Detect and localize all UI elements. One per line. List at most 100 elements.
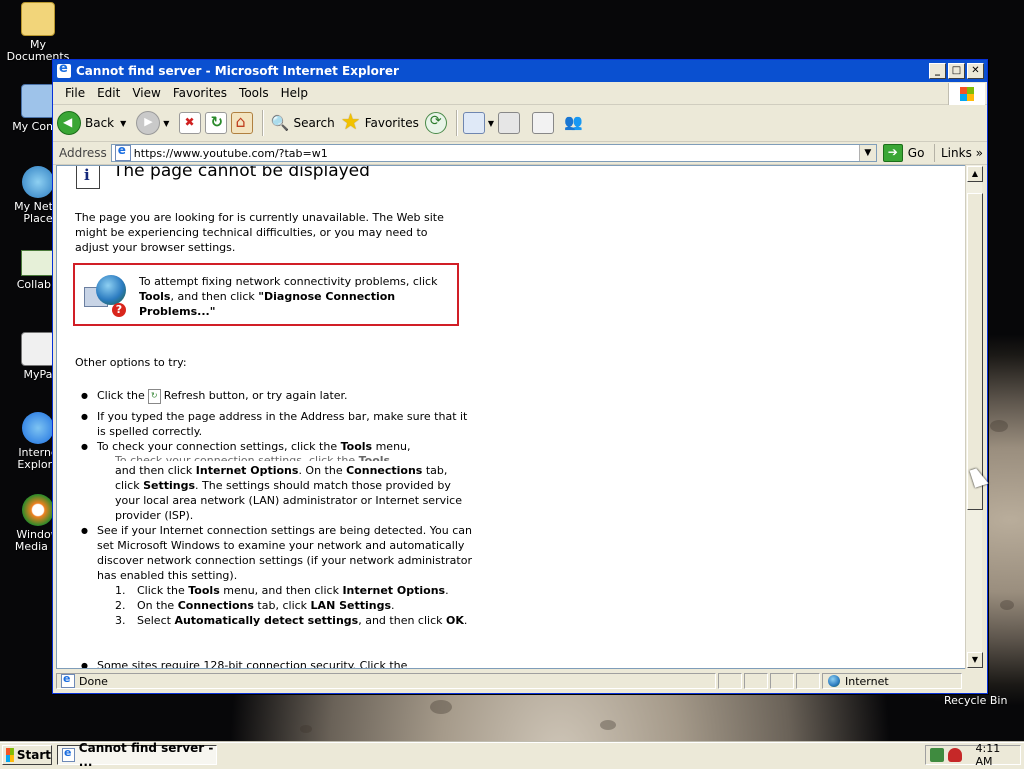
network-tray-icon[interactable] [930,748,944,762]
ie-icon [62,746,75,762]
diagnose-text: To attempt fixing network connectivity p… [139,275,438,318]
address-input[interactable] [133,146,854,160]
menu-favorites[interactable]: Favorites [167,86,233,100]
scrollbar-thumb[interactable] [967,193,983,510]
links-button[interactable]: Links » [934,144,983,162]
address-label: Address [59,146,107,160]
list-item: See if your Internet connection settings… [57,523,477,583]
network-diagnose-icon: ? [82,273,128,319]
address-dropdown-icon[interactable]: ▼ [858,145,876,161]
security-zone-panel: Internet [822,673,962,689]
taskbar-item-ie[interactable]: Cannot find server - ... [57,741,217,769]
forward-button[interactable]: ▼ [136,111,173,135]
menu-edit[interactable]: Edit [91,86,126,100]
step-item: 3. Select Automatically detect settings,… [115,614,468,627]
menu-tools[interactable]: Tools [233,86,275,100]
steps-list: 1. Click the Tools menu, and then click … [57,583,477,628]
go-button[interactable]: ➔ Go [882,144,924,162]
forward-dropdown-icon[interactable]: ▼ [163,119,169,128]
stop-icon[interactable] [179,112,202,134]
network-icon [22,166,54,198]
forward-arrow-icon [136,111,161,135]
favorites-star-icon [341,110,361,135]
certificate-icon [21,250,55,276]
options-list: Click the↻Refresh button, or try again l… [57,388,477,454]
other-options-heading: Other options to try: [75,356,187,369]
refresh-icon[interactable] [205,112,228,134]
chevron-icon: » [975,146,983,160]
options-list-more: Some sites require 128-bit connection se… [57,658,477,668]
page-title: The page cannot be displayed [113,165,370,181]
history-icon[interactable] [424,112,447,134]
recycle-bin-label[interactable]: Recycle Bin [944,694,1007,707]
shortcut-icon [21,332,55,366]
start-button[interactable]: Start [2,745,52,765]
status-panel [744,673,768,689]
list-item: Click the↻Refresh button, or try again l… [57,388,477,404]
list-item: If you typed the page address in the Add… [57,409,477,439]
scroll-down-button[interactable]: ▼ [967,652,983,668]
render-artifact: To check your connection settings, click… [115,454,391,461]
go-arrow-icon: ➔ [882,144,903,162]
clock[interactable]: 4:11 AM [976,742,1020,768]
status-panel [770,673,794,689]
internet-zone-icon [828,675,840,687]
security-shield-icon[interactable] [947,748,962,762]
refresh-icon: ↻ [147,388,161,404]
windows-logo-icon [6,748,14,762]
windows-logo-icon [948,83,985,105]
edit-icon[interactable] [532,112,555,134]
title-bar[interactable]: Cannot find server - Microsoft Internet … [53,60,987,82]
search-button[interactable]: Search [269,113,334,133]
page-status-icon [61,672,75,688]
status-bar: Done Internet [56,672,984,690]
diagnose-box: ? To attempt fixing network connectivity… [73,263,459,326]
menu-bar: File Edit View Favorites Tools Help [53,82,987,105]
print-icon[interactable] [498,112,521,134]
window-title: Cannot find server - Microsoft Internet … [76,64,399,78]
status-panel [718,673,742,689]
back-arrow-icon [57,111,81,135]
standard-toolbar: Back ▼ ▼ Search Favorites ▼ [53,105,987,142]
ie-icon [57,61,71,78]
menu-file[interactable]: File [59,86,91,100]
toolbar-separator [455,110,458,136]
media-player-icon [22,494,54,526]
browser-window: Cannot find server - Microsoft Internet … [52,59,988,694]
options-list-cont: See if your Internet connection settings… [57,523,477,583]
close-button[interactable]: ✕ [967,63,984,79]
step-item: 2. On the Connections tab, click LAN Set… [115,599,395,612]
maximize-button[interactable]: □ [948,63,965,79]
page-icon [114,143,131,161]
minimize-button[interactable]: _ [929,63,946,79]
address-field[interactable]: ▼ [110,143,877,162]
toolbar-separator [262,110,265,136]
menu-view[interactable]: View [126,86,166,100]
connection-settings-text: and then click Internet Options. On the … [115,464,462,522]
internet-explorer-icon [22,412,54,444]
computer-icon [21,84,55,118]
mail-icon[interactable] [462,112,485,134]
address-bar: Address ▼ ➔ Go Links » [53,142,987,165]
vertical-scrollbar[interactable]: ▲ ▼ [965,165,983,669]
info-icon [76,166,100,189]
desktop-icon-my-documents[interactable]: My Documents [0,2,76,63]
page-content: The page cannot be displayed The page yo… [56,165,966,669]
system-tray: 4:11 AM [925,742,1021,768]
scroll-up-button[interactable]: ▲ [967,166,983,182]
menu-help[interactable]: Help [275,86,314,100]
folder-icon [21,2,55,36]
list-item: Some sites require 128-bit connection se… [57,658,477,668]
intro-text: The page you are looking for is currentl… [75,211,444,254]
status-panel [796,673,820,689]
search-icon [269,113,289,133]
back-button[interactable]: Back ▼ [57,111,130,135]
messenger-icon[interactable] [564,113,584,133]
home-icon[interactable] [231,112,254,134]
favorites-button[interactable]: Favorites [341,110,419,135]
back-dropdown-icon[interactable]: ▼ [120,119,126,128]
mail-dropdown-icon[interactable]: ▼ [488,119,494,128]
step-item: 1. Click the Tools menu, and then click … [115,584,449,597]
taskbar: Start Cannot find server - ... 4:11 AM [0,741,1024,769]
status-text-panel: Done [56,672,716,689]
